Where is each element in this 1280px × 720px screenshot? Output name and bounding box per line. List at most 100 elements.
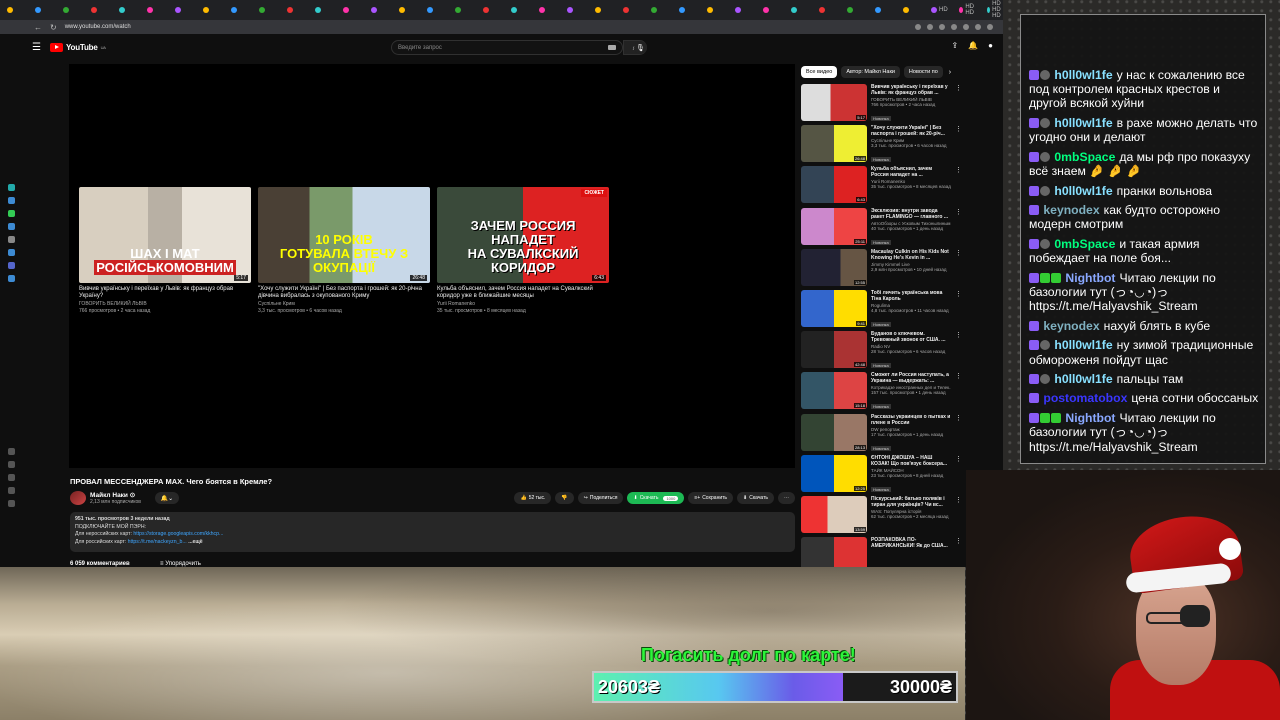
recommendation-thumbnail[interactable]: 12:25 — [801, 454, 867, 492]
donate-download-button[interactable]: ⬇ Скачать 1000 — [627, 492, 685, 504]
recommendation-title[interactable]: "Хочу служити Україні" | Без паспорта і … — [871, 125, 951, 137]
avatar[interactable]: ● — [988, 41, 993, 50]
sidebar-app-icon[interactable] — [7, 262, 15, 269]
recommendation-item[interactable]: 28:13 Рассказы украинцев о пытках и плене… — [801, 413, 962, 455]
endcard[interactable]: 10 РОКІВ ГОТУВАЛА ВТЕЧУ З ОКУПАЦІЇ 26:48 … — [258, 187, 430, 314]
recommendation-thumbnail[interactable]: 9:41 — [801, 289, 867, 327]
dislike-button[interactable]: 👎 — [555, 492, 574, 504]
recommendation-title[interactable]: Кульба объяснил, зачем Россия нападет на… — [871, 166, 951, 178]
browser-tab[interactable] — [676, 3, 702, 17]
extension-icon[interactable] — [939, 24, 945, 30]
search-input[interactable]: Введите запрос — [391, 40, 623, 55]
browser-tab[interactable] — [844, 3, 870, 17]
subscribe-bell-button[interactable]: 🔔 ⌄ — [154, 492, 179, 504]
browser-tab[interactable] — [396, 3, 422, 17]
recommendation-title[interactable]: Эксклюзив: внутри завода ракет FLAMINGO … — [871, 208, 951, 220]
endcard-thumbnail[interactable]: ШАХ І МАТ РОСІЙСЬКОМОВНИМ 5:17 — [79, 187, 251, 283]
recommendation-item[interactable]: 6:43 Кульба объяснил, зачем Россия нападе… — [801, 166, 962, 207]
browser-tab[interactable] — [872, 3, 898, 17]
reload-icon[interactable]: ↻ — [50, 23, 57, 32]
chip-news[interactable]: Новости по — [903, 66, 943, 78]
sidebar-app-icon[interactable] — [7, 249, 15, 256]
browser-tab[interactable] — [256, 3, 282, 17]
more-icon[interactable]: ⋮ — [955, 455, 962, 496]
browser-tab[interactable] — [760, 3, 786, 17]
browser-tab[interactable] — [648, 3, 674, 17]
menu-icon[interactable]: ☰ — [32, 42, 41, 53]
browser-tab[interactable] — [340, 3, 366, 17]
video-player[interactable]: ШАХ І МАТ РОСІЙСЬКОМОВНИМ 5:17 Вивчив укр… — [69, 64, 795, 468]
upload-icon[interactable]: ⇪ — [951, 41, 958, 50]
back-icon[interactable]: ← — [34, 23, 42, 32]
browser-tab[interactable] — [312, 3, 338, 17]
browser-tab[interactable]: HD HD — [956, 3, 982, 17]
download-button[interactable]: ⬇ Скачать — [737, 492, 774, 504]
sidebar-app-icon[interactable] — [7, 474, 15, 481]
browser-tab[interactable] — [88, 3, 114, 17]
share-button[interactable]: ↪ Поделиться — [577, 492, 624, 504]
description-box[interactable]: 951 тыс. просмотров 3 недели назад ПОДКЛ… — [70, 512, 795, 552]
recommendation-item[interactable]: 25:11 Эксклюзив: внутри завода ракет FLAM… — [801, 207, 962, 249]
browser-tab[interactable] — [508, 3, 534, 17]
browser-tab[interactable] — [788, 3, 814, 17]
browser-tab[interactable] — [116, 3, 142, 17]
extension-icon[interactable] — [951, 24, 957, 30]
browser-tab[interactable] — [172, 3, 198, 17]
recommendation-item[interactable]: 12:55 Macaulay Culkin on His Kids Not Kno… — [801, 248, 962, 290]
browser-tab[interactable] — [732, 3, 758, 17]
sidebar-app-icon[interactable] — [7, 275, 15, 282]
browser-tab[interactable] — [424, 3, 450, 17]
sort-comments-button[interactable]: ≡ Упорядочить — [160, 561, 201, 567]
browser-tab[interactable] — [536, 3, 562, 17]
sidebar-app-icon[interactable] — [7, 236, 15, 243]
recommendation-title[interactable]: Рассказы украинцев о пытках и плене в Ро… — [871, 414, 951, 426]
description-link[interactable]: https://storage.googleapis.com/kkhcp... — [133, 531, 223, 537]
more-icon[interactable]: ⋮ — [955, 290, 962, 331]
more-icon[interactable]: ⋮ — [955, 537, 962, 567]
recommendation-title[interactable]: РОЗПАКОВКА ПО-АМЕРИКАНСЬКИ! Як до США... — [871, 537, 951, 549]
recommendation-title[interactable]: Піскурський: батько поляків і тиран для … — [871, 496, 951, 508]
channel-avatar[interactable] — [70, 491, 86, 505]
sidebar-app-icon[interactable] — [7, 210, 15, 217]
recommendation-item[interactable]: 15:18 Сможет ли Россия наступать, а Украи… — [801, 372, 962, 413]
recommendation-item[interactable]: РОЗПАКОВКА ПО-АМЕРИКАНСЬКИ! Як до США...… — [801, 537, 962, 567]
browser-tab[interactable] — [60, 3, 86, 17]
browser-tab[interactable] — [592, 3, 618, 17]
youtube-logo[interactable]: YouTube UA — [49, 42, 106, 52]
browser-tab[interactable] — [452, 3, 478, 17]
recommendation-item[interactable]: 9:41 Тобі личить українська мова Тіна Кар… — [801, 289, 962, 331]
browser-tab[interactable] — [200, 3, 226, 17]
recommendation-title[interactable]: Тобі личить українська мова Тіна Кароль — [871, 290, 951, 302]
browser-tab[interactable] — [564, 3, 590, 17]
more-icon[interactable]: ⋮ — [955, 125, 962, 166]
recommendation-thumbnail[interactable]: 5:17 — [801, 84, 867, 121]
browser-tab[interactable]: HD HD HD — [984, 1, 1003, 19]
recommendation-item[interactable]: 5:17 Вивчив українську і переїхав у Львів… — [801, 84, 962, 125]
more-icon[interactable]: ⋮ — [955, 84, 962, 125]
sidebar-app-icon[interactable] — [7, 461, 15, 468]
extension-icon[interactable] — [927, 24, 933, 30]
chevron-right-icon[interactable]: › — [949, 69, 951, 76]
recommendation-thumbnail[interactable]: 13:59 — [801, 495, 867, 533]
recommendation-title[interactable]: Macaulay Culkin on His Kids Not Knowing … — [871, 249, 951, 261]
more-icon[interactable]: ⋮ — [955, 414, 962, 455]
recommendation-thumbnail[interactable]: 42:48 — [801, 331, 867, 369]
browser-tab[interactable] — [620, 3, 646, 17]
browser-tab[interactable] — [144, 3, 170, 17]
recommendation-thumbnail[interactable]: 26:48 — [801, 125, 867, 163]
recommendation-thumbnail[interactable]: 28:13 — [801, 413, 867, 451]
recommendation-channel[interactable]: АвтоОбзоры с Усковым Тихонылиным — [871, 221, 951, 226]
extension-icon[interactable] — [963, 24, 969, 30]
extension-icon[interactable] — [915, 24, 921, 30]
more-icon[interactable]: ⋮ — [955, 249, 962, 290]
more-icon[interactable]: ⋮ — [955, 331, 962, 372]
chip-all[interactable]: Все видео — [801, 66, 838, 78]
like-button[interactable]: 👍 52 тыс. — [514, 492, 552, 504]
chip-author[interactable]: Автор: Майкл Наки — [841, 66, 900, 78]
show-more-link[interactable]: ...ещё — [188, 539, 202, 545]
browser-tab[interactable] — [32, 3, 58, 17]
recommendation-item[interactable]: 26:48 "Хочу служити Україні" | Без паспор… — [801, 125, 962, 166]
browser-tab[interactable] — [284, 3, 310, 17]
more-icon[interactable]: ⋮ — [955, 496, 962, 537]
endcard[interactable]: СЮЖЕТ ЗАЧЕМ РОССИЯ НАПАДЕТ НА СУВАЛКСКИЙ … — [437, 187, 609, 314]
